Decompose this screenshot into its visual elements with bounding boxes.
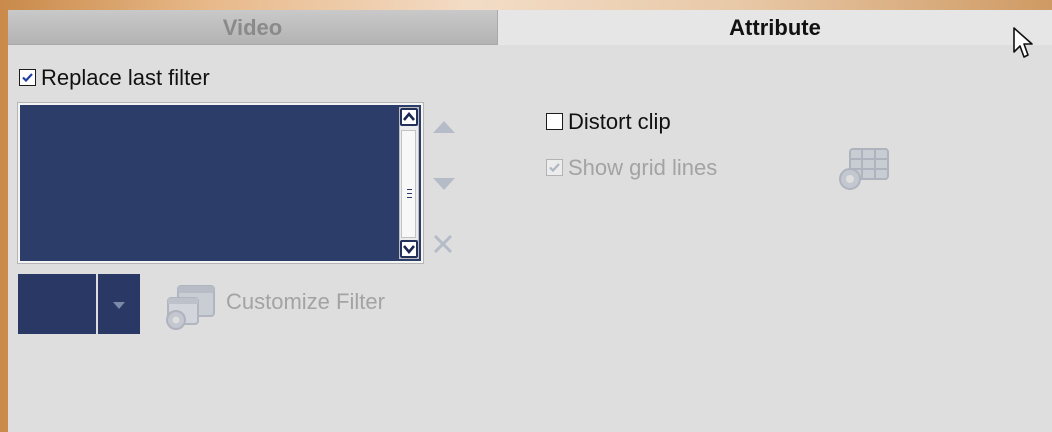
show-grid-lines-checkbox[interactable] bbox=[546, 159, 563, 176]
filter-list-scrollbar[interactable] bbox=[399, 107, 419, 259]
delete-filter-button[interactable] bbox=[432, 233, 454, 260]
show-grid-lines-label: Show grid lines bbox=[568, 155, 718, 180]
filter-panel: Video Attribute Replace last filter Cust… bbox=[8, 10, 1052, 432]
x-icon bbox=[433, 234, 453, 254]
replace-last-filter-label: Replace last filter bbox=[41, 65, 210, 90]
tab-attribute[interactable]: Attribute bbox=[498, 10, 1052, 45]
move-filter-up-button[interactable] bbox=[430, 119, 458, 140]
customize-filter-label[interactable]: Customize Filter bbox=[226, 289, 385, 315]
move-filter-down-button[interactable] bbox=[430, 176, 458, 197]
grid-settings-icon[interactable] bbox=[834, 145, 892, 198]
distort-clip-label: Distort clip bbox=[568, 109, 671, 134]
filter-preset-dropdown[interactable] bbox=[98, 274, 140, 334]
scroll-up-button[interactable] bbox=[400, 108, 418, 126]
chevron-down-icon bbox=[113, 302, 125, 309]
chevron-down-icon bbox=[403, 245, 415, 255]
filter-preset-swatch[interactable] bbox=[18, 274, 96, 334]
checkmark-icon bbox=[549, 163, 560, 173]
distort-clip-checkbox[interactable] bbox=[546, 113, 563, 130]
checkmark-icon bbox=[22, 73, 33, 83]
scroll-thumb[interactable] bbox=[401, 130, 416, 238]
customize-filter-icon[interactable] bbox=[162, 282, 218, 337]
tab-video[interactable]: Video bbox=[8, 10, 498, 45]
replace-last-filter-checkbox[interactable] bbox=[19, 69, 36, 86]
mouse-pointer-icon bbox=[1012, 26, 1036, 65]
scroll-down-button[interactable] bbox=[400, 240, 418, 258]
chevron-up-icon bbox=[403, 111, 415, 121]
triangle-up-icon bbox=[433, 121, 455, 133]
applied-filters-list[interactable] bbox=[17, 102, 424, 264]
triangle-down-icon bbox=[433, 178, 455, 190]
